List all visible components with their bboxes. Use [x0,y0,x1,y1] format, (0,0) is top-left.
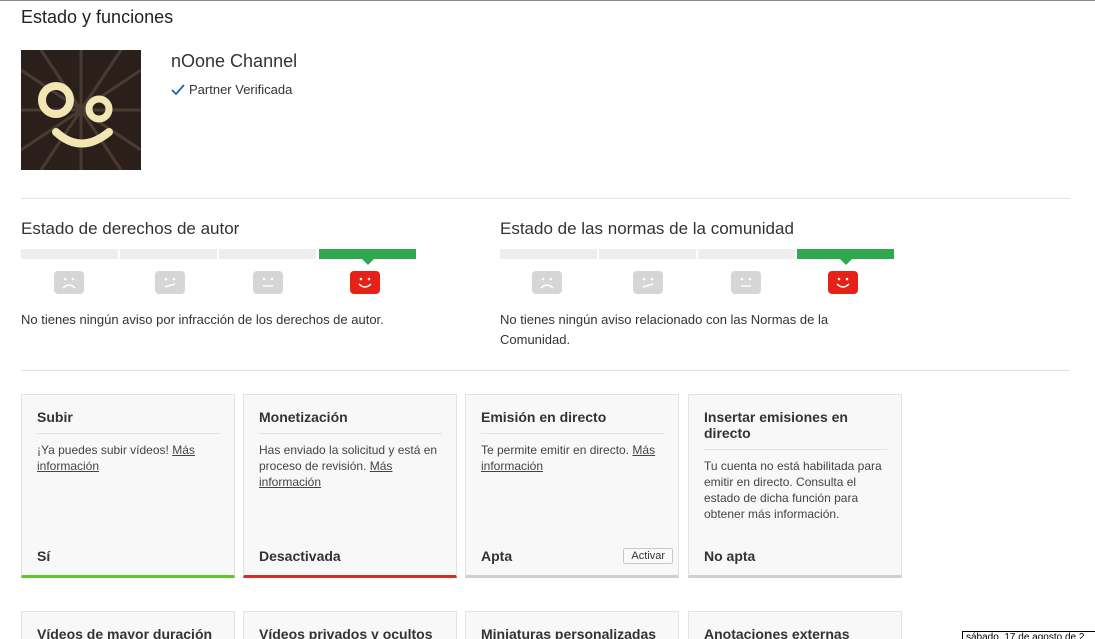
feature-card-description: Te permite emitir en directo. Más inform… [481,443,656,473]
meter-segment [120,249,217,259]
feature-card-description: Tu cuenta no está habilitada para emitir… [704,459,882,521]
meter-segment [500,249,597,259]
uneasy-face-icon [155,271,185,294]
feature-card-monetization: Monetización Has enviado la solicitud y … [243,394,457,578]
copyright-status-title: Estado de derechos de autor [21,219,240,238]
copyright-strike-meter [21,249,417,295]
copyright-status-message: No tienes ningún aviso por infracción de… [21,312,384,327]
meter-segment-active [797,249,894,265]
meter-segment [219,249,316,259]
meter-segment [698,249,795,259]
feature-card-custom-thumbnails: Miniaturas personalizadas [465,611,679,639]
feature-card-title: Subir [37,409,220,434]
happy-face-icon [828,271,858,294]
page-title: Estado y funciones [21,7,174,27]
feature-card-title: Insertar emisiones en directo [704,409,887,450]
feature-card-status: Desactivada [259,548,341,564]
partner-status: Partner Verificada [171,82,292,97]
feature-card-live-streaming: Emisión en directo Te permite emitir en … [465,394,679,578]
uneasy-face-icon [633,271,663,294]
feature-card-description: Has enviado la solicitud y está en proce… [259,443,438,489]
meter-segment-active [319,249,416,265]
feature-card-status: Sí [37,548,51,564]
community-strike-meter [500,249,896,295]
date-tooltip: sábado, 17 de agosto de 2 [962,631,1095,639]
happy-face-icon [350,271,380,294]
meter-segment [21,249,118,259]
feature-card-status: No apta [704,548,756,564]
checkmark-icon [171,83,185,95]
channel-avatar[interactable] [21,50,141,170]
community-status-title: Estado de las normas de la comunidad [500,219,794,238]
feature-card-external-annotations: Anotaciones externas [688,611,902,639]
feature-card-long-videos: Vídeos de mayor duración [21,611,235,639]
feature-card-title: Miniaturas personalizadas [481,626,657,639]
activate-button[interactable]: Activar [623,548,673,564]
feature-card-title: Vídeos privados y ocultos [259,626,433,639]
partner-label: Partner Verificada [189,82,293,97]
feature-card-embed-live: Insertar emisiones en directo Tu cuenta … [688,394,902,578]
feature-card-title: Vídeos de mayor duración [37,626,213,639]
feature-card-title: Monetización [259,409,442,434]
feature-card-title: Anotaciones externas [704,626,850,639]
avatar-logo-icon [21,50,141,170]
sad-face-icon [532,271,562,294]
channel-name[interactable]: nOone Channel [171,51,297,72]
feature-card-upload: Subir ¡Ya puedes subir vídeos! Más infor… [21,394,235,578]
feature-card-description: ¡Ya puedes subir vídeos! Más información [37,443,195,473]
feature-card-private-videos: Vídeos privados y ocultos [243,611,457,639]
neutral-face-icon [731,271,761,294]
feature-card-title: Emisión en directo [481,409,664,434]
divider [21,370,1070,371]
meter-segment [599,249,696,259]
sad-face-icon [54,271,84,294]
divider [21,198,1070,199]
feature-card-status: Apta [481,548,513,564]
community-status-message: No tienes ningún aviso relacionado con l… [500,312,829,347]
neutral-face-icon [253,271,283,294]
